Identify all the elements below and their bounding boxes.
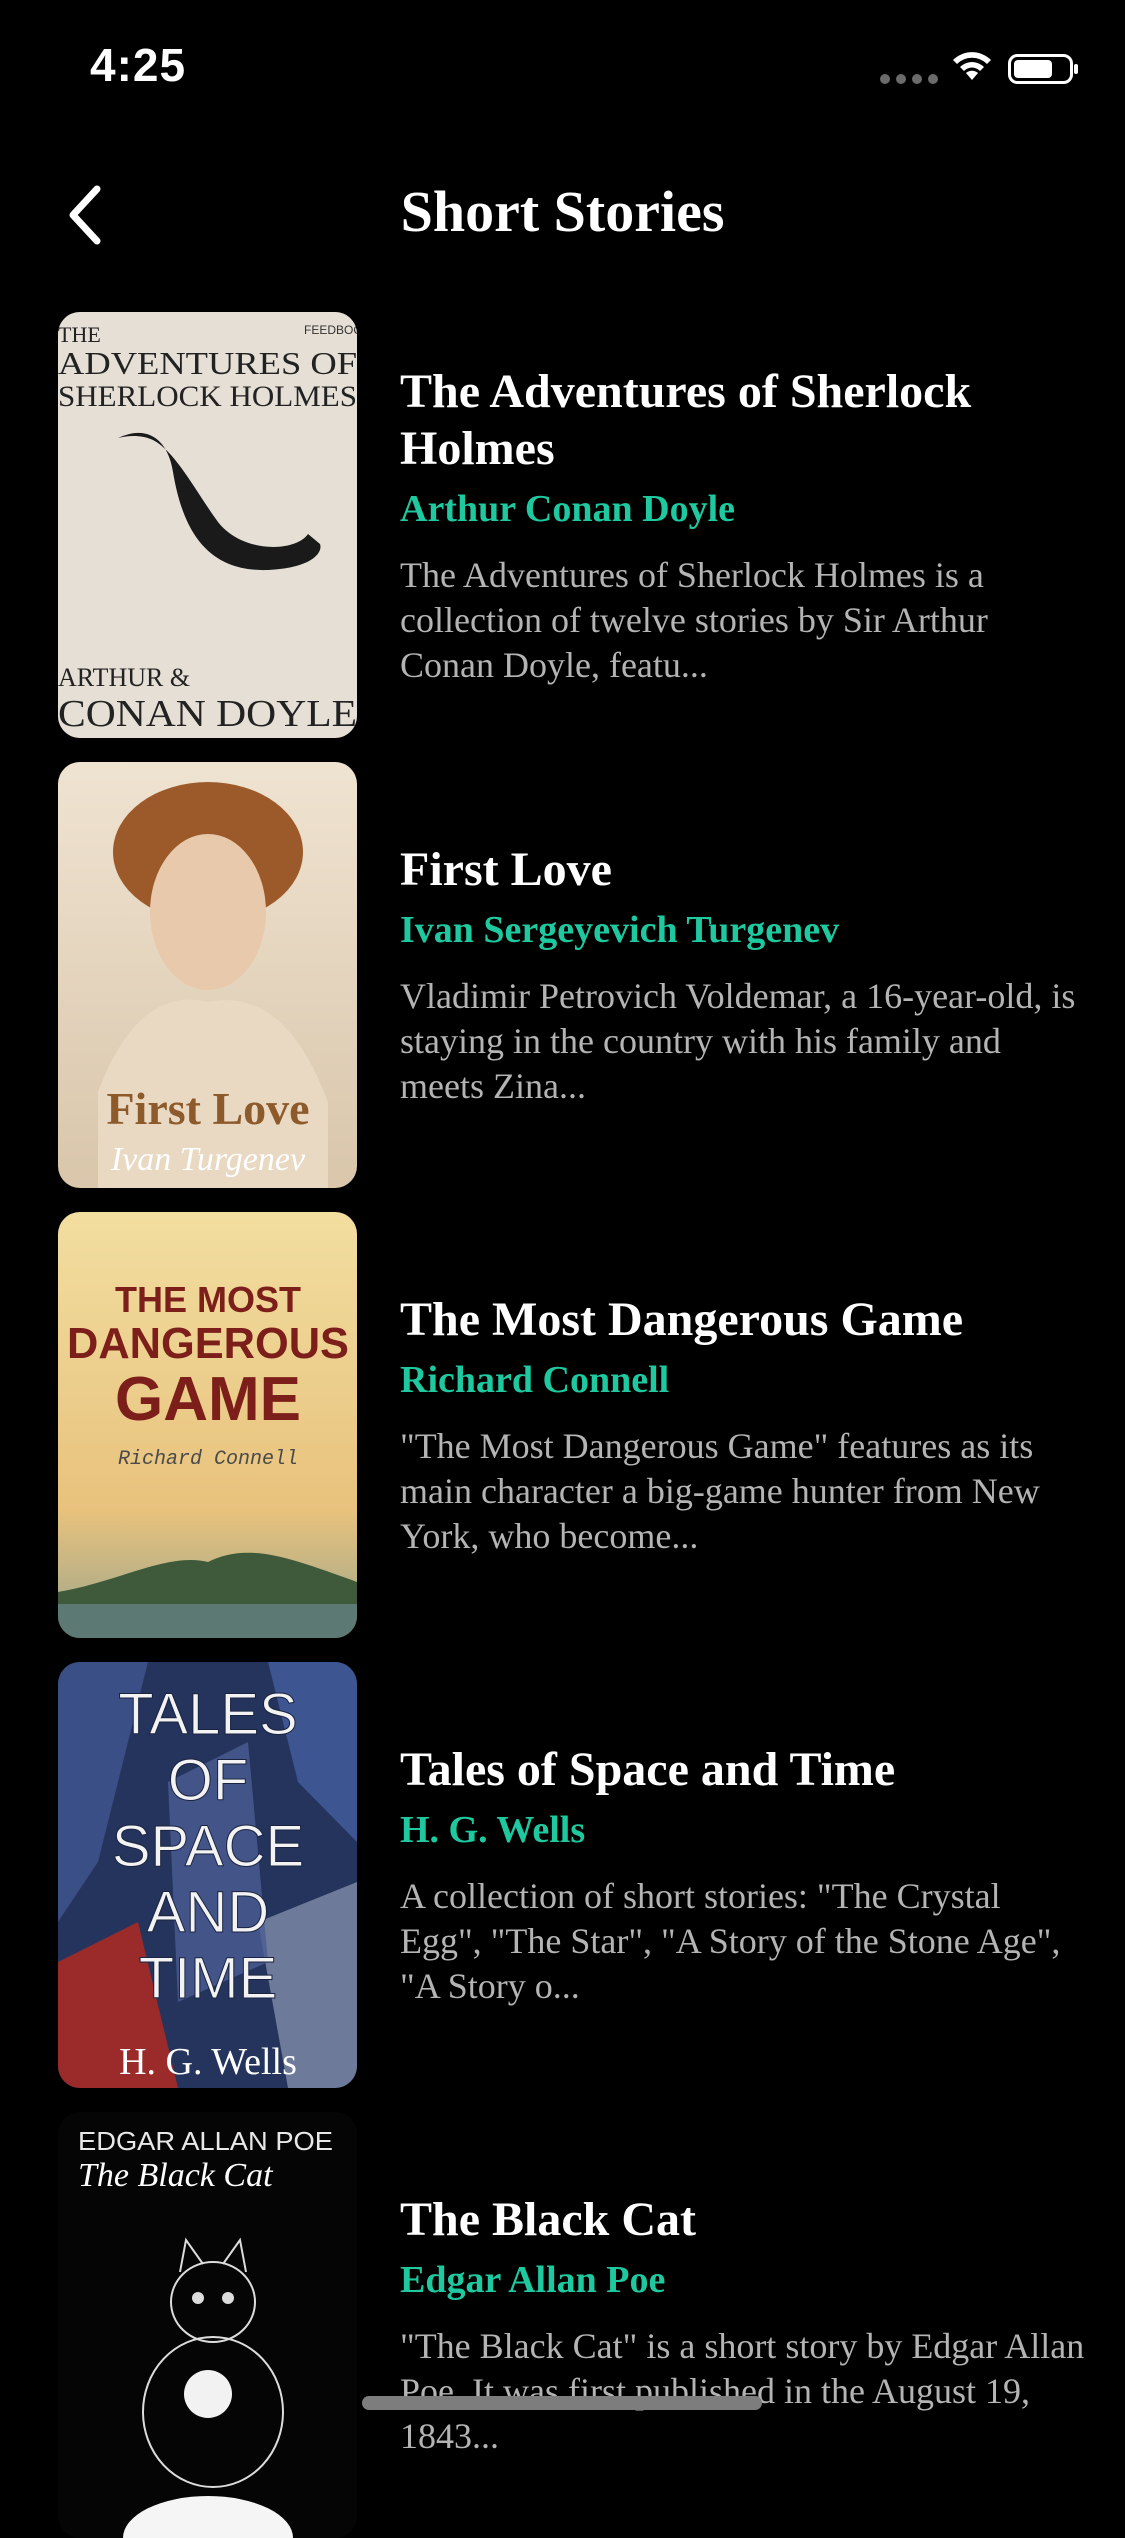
cover-image-black-cat: EDGAR ALLAN POE The Black Cat bbox=[58, 2112, 357, 2538]
svg-text:ARTHUR &: ARTHUR & bbox=[58, 663, 190, 692]
svg-text:H. G. Wells: H. G. Wells bbox=[119, 2041, 297, 2083]
svg-text:The Black Cat: The Black Cat bbox=[78, 2157, 274, 2194]
svg-text:Richard Connell: Richard Connell bbox=[118, 1448, 298, 1471]
home-indicator[interactable] bbox=[362, 2396, 762, 2410]
book-description: "The Most Dangerous Game" features as it… bbox=[400, 1426, 1040, 1556]
book-cover: TALES OF SPACE AND TIME H. G. Wells bbox=[58, 1662, 357, 2088]
wifi-icon bbox=[953, 52, 991, 80]
list-item[interactable]: TALES OF SPACE AND TIME H. G. Wells Tale… bbox=[0, 1662, 1125, 2088]
nav-bar: Short Stories bbox=[0, 150, 1125, 280]
book-author: Arthur Conan Doyle bbox=[400, 487, 735, 530]
svg-text:First Love: First Love bbox=[106, 1083, 309, 1134]
list-item[interactable]: EDGAR ALLAN POE The Black Cat The Black … bbox=[0, 2112, 1125, 2538]
book-cover: First Love Ivan Turgenev bbox=[58, 762, 357, 1188]
svg-text:GAME: GAME bbox=[115, 1365, 301, 1434]
book-cover: THE MOST DANGEROUS GAME Richard Connell bbox=[58, 1212, 357, 1638]
cover-image-dangerous-game: THE MOST DANGEROUS GAME Richard Connell bbox=[58, 1212, 357, 1638]
status-bar: 4:25 bbox=[0, 0, 1125, 130]
book-description: "The Black Cat" is a short story by Edga… bbox=[400, 2326, 1085, 2456]
book-title: The Black Cat bbox=[400, 2193, 697, 2246]
svg-text:TALES: TALES bbox=[118, 1682, 297, 1747]
book-author: H. G. Wells bbox=[400, 1809, 586, 1851]
book-description: Vladimir Petrovich Voldemar, a 16-year-o… bbox=[400, 976, 1076, 1106]
status-time: 4:25 bbox=[90, 39, 187, 91]
book-title: The Most Dangerous Game bbox=[400, 1293, 964, 1346]
book-title: Tales of Space and Time bbox=[400, 1743, 896, 1796]
book-description: A collection of short stories: "The Crys… bbox=[400, 1876, 1061, 2006]
battery-icon bbox=[1008, 54, 1078, 84]
svg-text:EDGAR ALLAN POE: EDGAR ALLAN POE bbox=[78, 2126, 333, 2156]
book-info: First Love Ivan Sergeyevich Turgenev Vla… bbox=[400, 762, 1090, 1188]
signal-dots-icon bbox=[880, 74, 938, 84]
svg-text:DANGEROUS: DANGEROUS bbox=[67, 1319, 349, 1368]
svg-text:AND: AND bbox=[147, 1880, 269, 1945]
book-author: Edgar Allan Poe bbox=[400, 2259, 666, 2301]
cover-image-sherlock: THE FEEDBOOKS ADVENTURES OF SHERLOCK HOL… bbox=[58, 312, 357, 738]
svg-text:SPACE: SPACE bbox=[112, 1814, 304, 1879]
svg-text:CONAN DOYLE: CONAN DOYLE bbox=[58, 693, 357, 735]
book-author: Ivan Sergeyevich Turgenev bbox=[400, 909, 840, 951]
list-item[interactable]: THE MOST DANGEROUS GAME Richard Connell … bbox=[0, 1212, 1125, 1638]
page-title: Short Stories bbox=[400, 179, 725, 244]
svg-text:TIME: TIME bbox=[139, 1946, 278, 2011]
book-cover: THE FEEDBOOKS ADVENTURES OF SHERLOCK HOL… bbox=[58, 312, 357, 738]
cover-image-tales-space-time: TALES OF SPACE AND TIME H. G. Wells bbox=[58, 1662, 357, 2088]
book-info: The Black Cat Edgar Allan Poe "The Black… bbox=[400, 2112, 1090, 2538]
svg-text:FEEDBOOKS: FEEDBOOKS bbox=[304, 323, 357, 337]
book-cover: EDGAR ALLAN POE The Black Cat bbox=[58, 2112, 357, 2538]
svg-text:THE MOST: THE MOST bbox=[115, 1279, 301, 1320]
svg-text:ADVENTURES OF: ADVENTURES OF bbox=[58, 345, 357, 381]
book-author: Richard Connell bbox=[400, 1359, 670, 1401]
list-item[interactable]: First Love Ivan Turgenev First Love Ivan… bbox=[0, 762, 1125, 1188]
book-title: First Love bbox=[400, 843, 612, 896]
svg-text:THE: THE bbox=[58, 322, 101, 347]
book-info: The Adventures of Sherlock Holmes Arthur… bbox=[400, 312, 1090, 738]
cover-image-first-love: First Love Ivan Turgenev bbox=[58, 762, 357, 1188]
book-title: The Adventures of Sherlock Holmes bbox=[400, 364, 972, 475]
svg-text:OF: OF bbox=[168, 1748, 249, 1813]
svg-text:SHERLOCK HOLMES: SHERLOCK HOLMES bbox=[58, 380, 357, 413]
book-info: Tales of Space and Time H. G. Wells A co… bbox=[400, 1662, 1090, 2088]
svg-text:Ivan Turgenev: Ivan Turgenev bbox=[110, 1141, 306, 1178]
book-description: The Adventures of Sherlock Holmes is a c… bbox=[400, 554, 988, 685]
book-info: The Most Dangerous Game Richard Connell … bbox=[400, 1212, 1090, 1638]
list-item[interactable]: THE FEEDBOOKS ADVENTURES OF SHERLOCK HOL… bbox=[0, 312, 1125, 738]
